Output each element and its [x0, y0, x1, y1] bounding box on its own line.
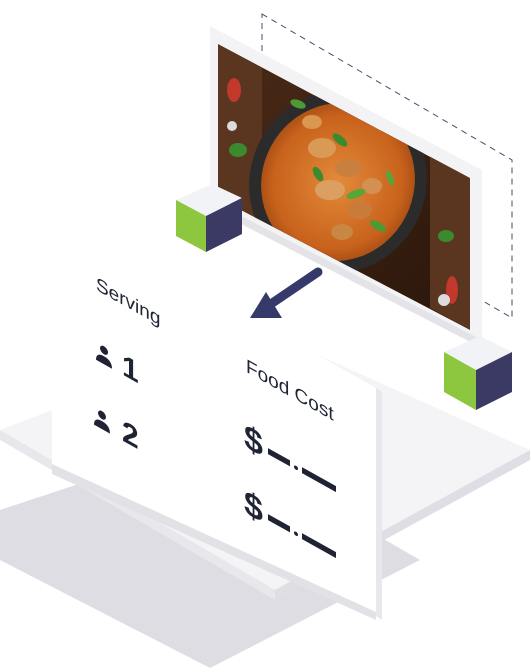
thai-curry-photo	[218, 44, 470, 330]
arrow-icon	[250, 267, 323, 318]
cube-back	[176, 184, 242, 252]
card-edge-right	[376, 388, 382, 620]
cube-right	[444, 336, 512, 410]
isometric-illustration: Serving 1 2 Food Cost $ $	[0, 0, 530, 668]
scene-svg: Serving 1 2 Food Cost $ $	[0, 13, 530, 668]
